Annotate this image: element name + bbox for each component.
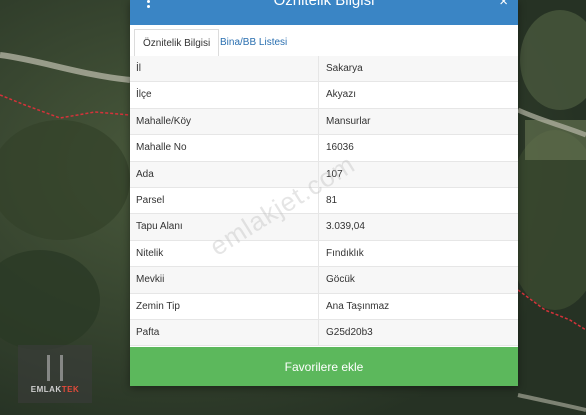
table-row: Ada 107: [130, 161, 518, 188]
row-value: 16036: [326, 142, 354, 154]
row-key: Mahalle/Köy: [130, 108, 319, 135]
table-row: Parsel 81: [130, 187, 518, 215]
table-row: İl Sakarya: [130, 56, 518, 83]
row-value: 107: [326, 168, 343, 180]
row-key: Tapu Alanı: [130, 214, 319, 240]
row-value: Fındıklık: [326, 247, 364, 259]
row-key: Mevkii: [130, 267, 319, 293]
row-key: Pafta: [130, 319, 319, 346]
row-key: Ada: [130, 161, 319, 187]
row-value: Mansurlar: [326, 115, 371, 127]
modal-title: Öznitelik Bilgisi: [273, 0, 375, 9]
attribute-table: İl Sakarya İlçe Akyazı Mahalle/Köy Mansurla…: [130, 56, 518, 347]
logo-text: EMLAKTEK: [30, 384, 80, 394]
close-icon[interactable]: ×: [499, 0, 508, 9]
row-value: Ana Taşınmaz: [326, 300, 390, 312]
row-value: Akyazı: [326, 89, 357, 101]
modal-tabs: Öznitelik Bilgisi Bina/BB Listesi: [130, 25, 518, 57]
row-value: 3.039,04: [326, 221, 365, 233]
table-row: Mahalle No 16036: [130, 135, 518, 162]
table-row: Tapu Alanı 3.039,04: [130, 214, 518, 241]
row-key: Mahalle No: [130, 135, 319, 161]
logo-mark-icon: [47, 354, 63, 381]
table-row: Zemin Tip Ana Taşınmaz: [130, 293, 518, 320]
table-row: Mahalle/Köy Mansurlar: [130, 108, 518, 136]
row-value: G25d20b3: [326, 326, 373, 338]
tab-building-list[interactable]: Bina/BB Listesi: [212, 29, 295, 56]
row-key: Parsel: [130, 187, 319, 214]
row-key: İlçe: [130, 82, 319, 108]
row-key: Nitelik: [130, 240, 319, 267]
row-value: 81: [326, 194, 338, 206]
add-to-favorites-button[interactable]: Favorilere ekle: [130, 347, 518, 386]
attribute-info-modal: Öznitelik Bilgisi × Öznitelik Bilgisi Bi…: [130, 0, 518, 386]
table-row: İlçe Akyazı: [130, 82, 518, 109]
table-row: Mevkii Göcük: [130, 267, 518, 294]
row-key: Zemin Tip: [130, 293, 319, 319]
row-value: Göcük: [326, 274, 355, 286]
tab-attribute-info[interactable]: Öznitelik Bilgisi: [134, 29, 220, 57]
emlaktek-logo: EMLAKTEK: [18, 345, 92, 403]
row-value: Sakarya: [326, 63, 363, 74]
modal-header: Öznitelik Bilgisi ×: [130, 0, 518, 25]
table-row: Nitelik Fındıklık: [130, 240, 518, 268]
table-row: Pafta G25d20b3: [130, 319, 518, 347]
row-key: İl: [130, 56, 319, 82]
